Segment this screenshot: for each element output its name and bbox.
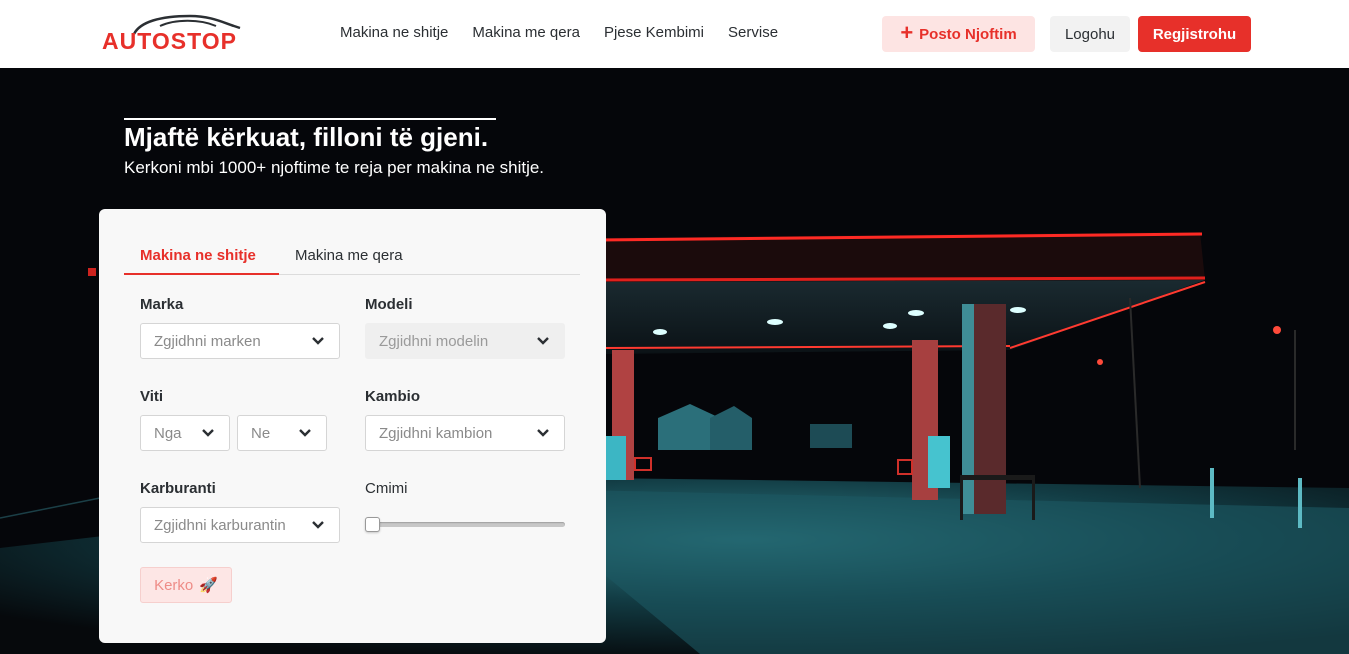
- price-slider[interactable]: [365, 516, 565, 534]
- cmimi-label: Cmimi: [365, 480, 408, 497]
- marka-select[interactable]: Zgjidhni marken: [140, 323, 340, 359]
- rocket-icon: 🚀: [199, 577, 218, 594]
- marka-placeholder: Zgjidhni marken: [154, 332, 261, 350]
- chevron-down-icon: [202, 429, 214, 437]
- viti-to-placeholder: Ne: [251, 424, 271, 442]
- hero-subtitle: Kerkoni mbi 1000+ njoftime te reja per m…: [124, 158, 545, 177]
- chevron-down-icon: [312, 337, 324, 345]
- search-tabs: Makina ne shitje Makina me qera: [124, 237, 580, 275]
- price-slider-track[interactable]: [365, 522, 565, 527]
- tab-cars-for-sale[interactable]: Makina ne shitje: [140, 247, 256, 264]
- price-slider-thumb[interactable]: [365, 517, 380, 532]
- hero-title: Mjaftë kërkuat, filloni të gjeni.: [124, 122, 489, 152]
- search-button-label: Kerko: [154, 576, 194, 594]
- tab-cars-for-rent[interactable]: Makina me qera: [295, 247, 403, 264]
- viti-from-select[interactable]: Nga: [140, 415, 230, 451]
- search-card: Makina ne shitje Makina me qera Marka Zg…: [99, 209, 606, 643]
- chevron-down-icon: [299, 429, 311, 437]
- plus-icon: +: [900, 20, 914, 45]
- viti-label: Viti: [140, 388, 164, 405]
- marka-label: Marka: [140, 296, 184, 313]
- nav-link-spare-parts[interactable]: Pjese Kembimi: [604, 24, 704, 41]
- modeli-label: Modeli: [365, 296, 413, 313]
- post-listing-button[interactable]: + Posto Njoftim: [882, 16, 1035, 52]
- viti-to-select[interactable]: Ne: [237, 415, 327, 451]
- karburanti-select[interactable]: Zgjidhni karburantin: [140, 507, 340, 543]
- login-button[interactable]: Logohu: [1050, 16, 1130, 52]
- search-button[interactable]: Kerko 🚀: [140, 567, 232, 603]
- hero-title-rule: [124, 118, 496, 120]
- modeli-select[interactable]: Zgjidhni modelin: [365, 323, 565, 359]
- nav-link-cars-for-sale[interactable]: Makina ne shitje: [340, 24, 448, 41]
- chevron-down-icon: [311, 520, 325, 530]
- active-tab-indicator: [124, 273, 279, 275]
- kambio-label: Kambio: [365, 388, 421, 405]
- viti-from-placeholder: Nga: [154, 424, 182, 442]
- nav-link-services[interactable]: Servise: [728, 24, 778, 41]
- chevron-down-icon: [537, 429, 549, 437]
- logo-text: AUTOSTOP: [102, 28, 237, 54]
- nav-link-cars-for-rent[interactable]: Makina me qera: [472, 24, 580, 41]
- register-button[interactable]: Regjistrohu: [1138, 16, 1251, 52]
- main-nav: Makina ne shitje Makina me qera Pjese Ke…: [340, 24, 778, 41]
- navbar: AUTOSTOP Makina ne shitje Makina me qera…: [0, 0, 1349, 68]
- chevron-down-icon: [537, 337, 549, 345]
- karburanti-label: Karburanti: [140, 480, 216, 497]
- hero-section: Mjaftë kërkuat, filloni të gjeni. Kerkon…: [0, 68, 1349, 654]
- modeli-placeholder: Zgjidhni modelin: [379, 332, 489, 350]
- autostop-logo[interactable]: AUTOSTOP: [102, 14, 252, 54]
- post-listing-label: Posto Njoftim: [919, 25, 1017, 43]
- kambio-placeholder: Zgjidhni kambion: [379, 424, 493, 442]
- kambio-select[interactable]: Zgjidhni kambion: [365, 415, 565, 451]
- karburanti-placeholder: Zgjidhni karburantin: [154, 516, 286, 534]
